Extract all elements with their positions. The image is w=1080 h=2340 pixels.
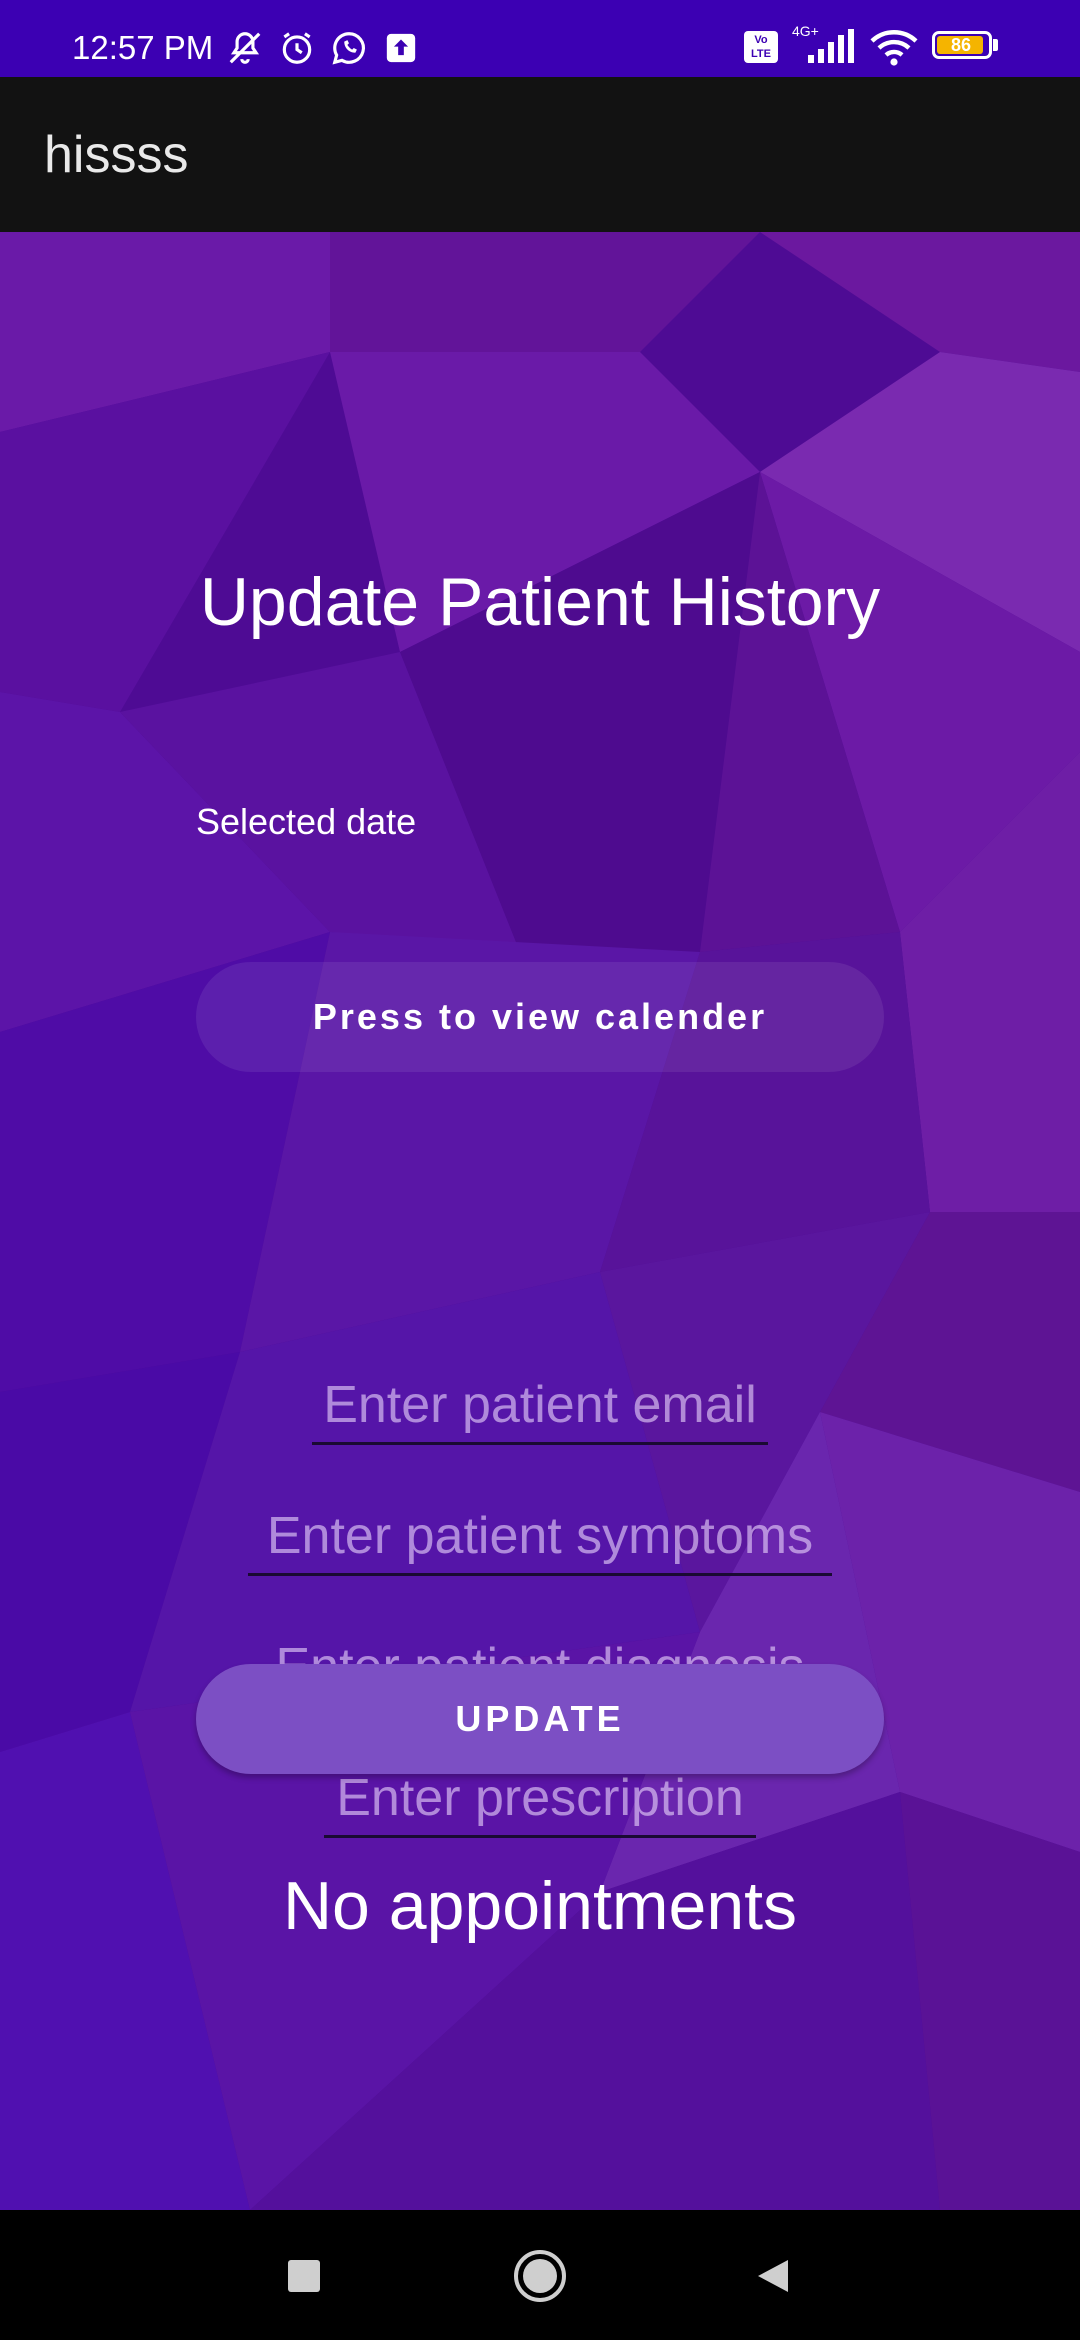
wifi-icon [870, 27, 918, 67]
prescription-field-wrapper [0, 1765, 1080, 1838]
upload-icon [382, 29, 420, 67]
battery-icon: 86 [932, 31, 1000, 63]
back-triangle-icon[interactable] [744, 2246, 804, 2306]
no-appointments-text: No appointments [282, 1868, 798, 1944]
page-heading: Update Patient History [199, 564, 881, 640]
app-title: hissss [44, 126, 189, 184]
patient-symptoms-input[interactable] [248, 1503, 832, 1576]
signal-icon: 4G+ [792, 23, 856, 67]
alarm-icon [278, 29, 316, 67]
status-icons-left [226, 26, 420, 70]
whatsapp-icon [330, 29, 368, 67]
screen: 12:57 PM Vo LTE 4G+ 86 hissss Update Pat… [0, 0, 1080, 2340]
navigation-bar [0, 2210, 1080, 2340]
prescription-input[interactable] [324, 1765, 756, 1838]
home-circle-icon[interactable] [510, 2246, 570, 2306]
mute-icon [226, 29, 264, 67]
patient-email-input[interactable] [312, 1372, 768, 1445]
battery-level: 86 [950, 35, 972, 55]
status-icons-right: Vo LTE 4G+ 86 [744, 23, 1000, 70]
view-calendar-button[interactable]: Press to view calender [196, 962, 884, 1072]
email-field-wrapper [0, 1372, 1080, 1445]
symptoms-field-wrapper [0, 1503, 1080, 1576]
selected-date-label: Selected date [196, 801, 417, 842]
status-bar: 12:57 PM Vo LTE 4G+ 86 [0, 0, 1080, 77]
recents-square-icon[interactable] [274, 2246, 334, 2306]
update-button[interactable]: UPDATE [196, 1664, 884, 1774]
app-bar: hissss [0, 77, 1080, 232]
status-time: 12:57 PM [72, 29, 214, 66]
volte-icon: Vo LTE [744, 31, 778, 63]
